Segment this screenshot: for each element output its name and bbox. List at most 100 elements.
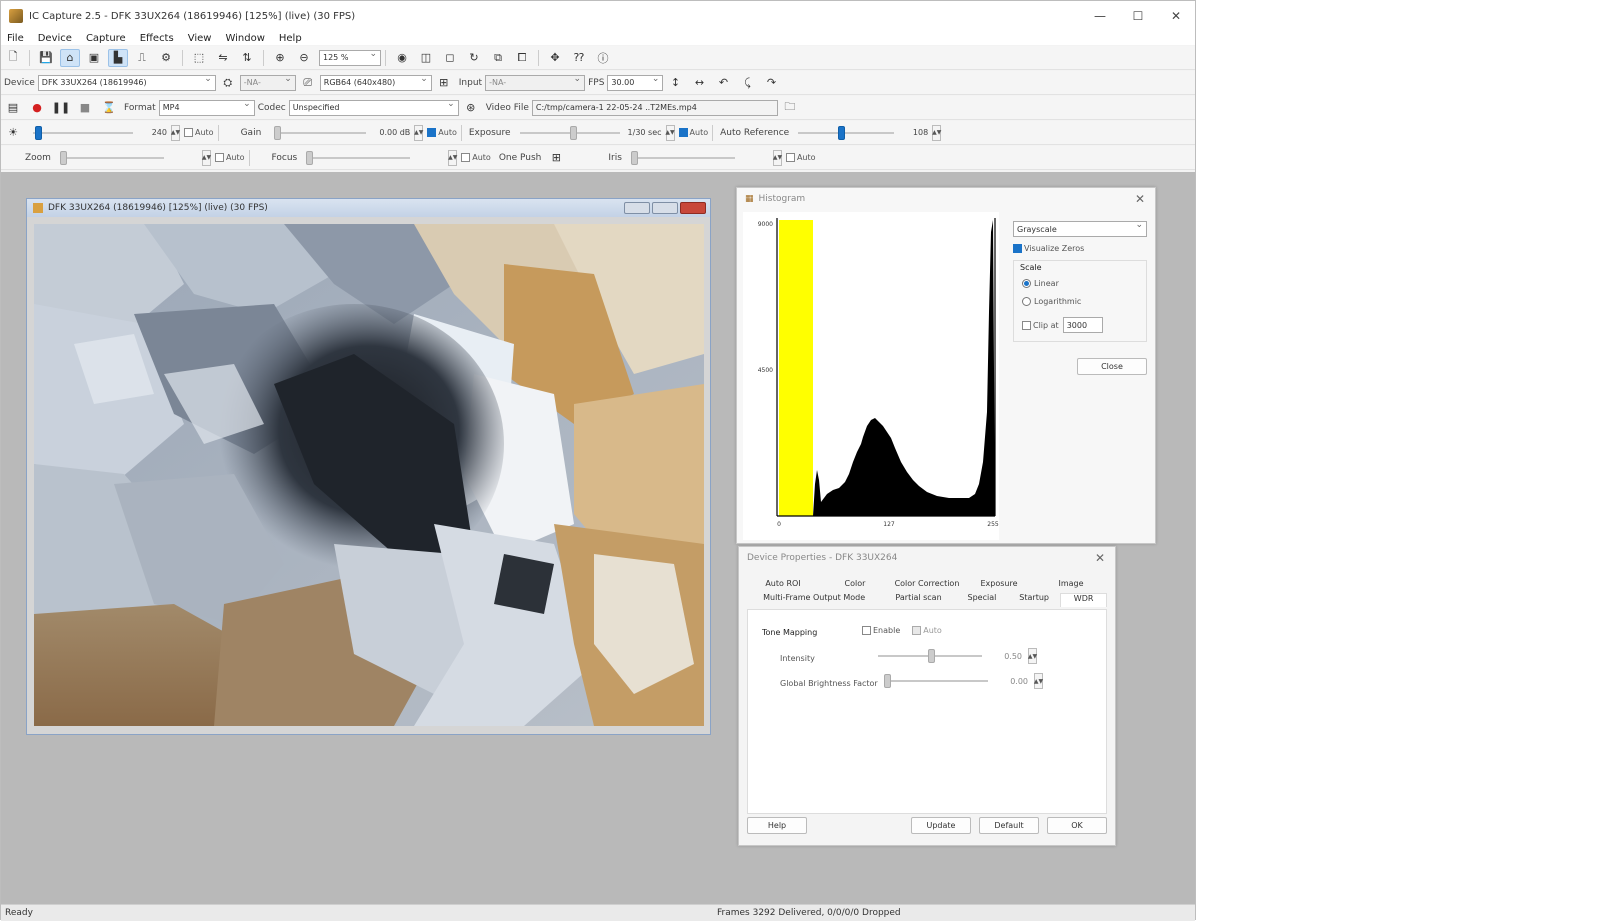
tab-exposure[interactable]: Exposure xyxy=(963,579,1035,593)
move-icon[interactable]: ✥ xyxy=(545,49,565,67)
histogram-toggle-icon[interactable]: ▙ xyxy=(108,48,128,67)
help-button[interactable]: Help xyxy=(747,817,807,834)
tab-wdr[interactable]: WDR xyxy=(1060,593,1107,607)
grid-icon[interactable]: ⊞ xyxy=(434,74,454,92)
rotate-menu-icon[interactable]: ⤹ xyxy=(737,74,757,92)
zoom-in-icon[interactable]: ⊕ xyxy=(270,49,290,67)
snapshot-icon[interactable]: ◉ xyxy=(392,49,412,67)
histogram-close-button[interactable]: Close xyxy=(1077,358,1147,375)
trigger-icon[interactable]: ⎍ xyxy=(132,49,152,67)
exposure-spinner[interactable]: ▲▼ xyxy=(665,124,675,141)
gain-value[interactable]: 0.00 dB xyxy=(366,125,414,141)
new-icon[interactable]: 🗋 xyxy=(3,49,23,67)
copy-icon[interactable]: ⧉ xyxy=(488,49,508,67)
gain-auto-checkbox[interactable] xyxy=(427,128,437,137)
tab-partial-scan[interactable]: Partial scan xyxy=(881,593,956,607)
zoom-slider[interactable] xyxy=(59,150,164,166)
default-button[interactable]: Default xyxy=(979,817,1039,834)
tone-mapping-enable-checkbox[interactable] xyxy=(862,626,871,635)
format-select[interactable]: MP4 xyxy=(158,99,255,116)
live-video-window[interactable]: DFK 33UX264 (18619946) [125%] (live) (30… xyxy=(26,198,711,735)
stop-icon[interactable]: ■ xyxy=(75,99,95,117)
iris-value[interactable] xyxy=(735,150,773,166)
browse-icon[interactable]: 🗀 xyxy=(780,99,800,117)
histogram-close-icon[interactable]: ✕ xyxy=(1135,192,1145,206)
device-properties-icon[interactable]: ⛭ xyxy=(218,74,238,92)
record-icon[interactable]: ● xyxy=(27,99,47,117)
iris-auto-checkbox[interactable] xyxy=(785,153,795,162)
focus-slider[interactable] xyxy=(306,150,411,166)
overlay-icon[interactable]: ◫ xyxy=(416,49,436,67)
tab-special[interactable]: Special xyxy=(956,593,1008,607)
zoom-out-icon[interactable]: ⊖ xyxy=(294,49,314,67)
input-select[interactable]: -NA- xyxy=(485,74,586,91)
brightness-auto-checkbox[interactable] xyxy=(184,128,193,137)
tab-multi-frame-output[interactable]: Multi-Frame Output Mode xyxy=(747,593,881,607)
device-properties-close-icon[interactable]: ✕ xyxy=(1095,551,1105,565)
zoom-auto-checkbox[interactable] xyxy=(214,153,224,162)
tab-color[interactable]: Color xyxy=(819,579,891,593)
linear-radio[interactable] xyxy=(1022,279,1031,288)
info-icon[interactable]: ⓘ xyxy=(593,49,613,67)
open-device-icon[interactable]: ⌂ xyxy=(60,48,80,67)
tone-mapping-auto-checkbox[interactable] xyxy=(912,626,922,635)
global-brightness-slider[interactable] xyxy=(884,673,988,689)
exposure-auto-checkbox[interactable] xyxy=(678,128,688,137)
update-button[interactable]: Update xyxy=(911,817,971,834)
slider-thumb[interactable] xyxy=(928,649,935,663)
tab-startup[interactable]: Startup xyxy=(1008,593,1060,607)
codec-select[interactable]: Unspecified xyxy=(288,99,459,116)
iris-slider[interactable] xyxy=(630,150,735,166)
flip-vertical-icon[interactable]: ↕ xyxy=(665,74,685,92)
menu-device[interactable]: Device xyxy=(38,33,72,44)
histogram-mode-select[interactable]: Grayscale xyxy=(1013,220,1147,237)
autoref-spinner[interactable]: ▲▼ xyxy=(932,124,941,141)
autoref-slider[interactable] xyxy=(798,125,895,141)
menu-window[interactable]: Window xyxy=(225,33,264,44)
video-norm-select[interactable]: -NA- xyxy=(239,74,296,91)
menu-view[interactable]: View xyxy=(188,33,212,44)
rotate-right-icon[interactable]: ↷ xyxy=(761,74,781,92)
visualize-zeros-checkbox[interactable] xyxy=(1013,244,1022,253)
ok-button[interactable]: OK xyxy=(1047,817,1107,834)
flip-horizontal-icon[interactable]: ⇋ xyxy=(213,49,233,67)
paste-icon[interactable]: ⧠ xyxy=(512,49,532,67)
brightness-value[interactable]: 240 xyxy=(133,125,171,141)
exposure-slider[interactable] xyxy=(519,125,620,141)
gain-slider[interactable] xyxy=(274,125,367,141)
video-format-select[interactable]: RGB64 (640x480) xyxy=(319,74,432,91)
menu-capture[interactable]: Capture xyxy=(86,33,126,44)
live-video-image[interactable] xyxy=(34,224,704,726)
fps-select[interactable]: 30.00 xyxy=(607,74,664,91)
video-minimize-button[interactable] xyxy=(624,202,650,214)
clip-value-field[interactable]: 3000 xyxy=(1062,317,1103,333)
tab-image[interactable]: Image xyxy=(1035,579,1107,593)
clip-checkbox[interactable] xyxy=(1022,320,1031,330)
properties-icon[interactable]: ⚙ xyxy=(156,49,176,67)
brightness-spinner[interactable]: ▲▼ xyxy=(171,124,180,141)
intensity-slider[interactable] xyxy=(878,648,982,664)
pause-icon[interactable]: ❚❚ xyxy=(51,99,71,117)
brightness-slider[interactable] xyxy=(33,125,133,141)
video-format-icon[interactable]: ⎚ xyxy=(298,74,318,92)
menu-effects[interactable]: Effects xyxy=(140,33,174,44)
global-brightness-spinner[interactable]: ▲▼ xyxy=(1034,673,1043,689)
zoom-select[interactable]: 125 % xyxy=(319,49,381,66)
zoom-spinner[interactable]: ▲▼ xyxy=(202,149,211,166)
videofile-field[interactable]: C:/tmp/camera-1 22-05-24 ..T2MEs.mp4 xyxy=(531,99,778,116)
rotate-icon[interactable]: ↻ xyxy=(464,49,484,67)
tab-color-correction[interactable]: Color Correction xyxy=(891,579,963,593)
video-window-titlebar[interactable]: DFK 33UX264 (18619946) [125%] (live) (30… xyxy=(27,199,710,217)
device-settings-icon[interactable]: ▣ xyxy=(84,49,104,67)
exposure-value[interactable]: 1/30 sec xyxy=(620,125,666,141)
focus-spinner[interactable]: ▲▼ xyxy=(448,149,457,166)
capture-settings-icon[interactable]: ▤ xyxy=(3,99,23,117)
global-brightness-value[interactable]: 0.00 xyxy=(994,673,1032,689)
histogram-dialog[interactable]: ▦ Histogram ✕ 9000 4500 0 127 255 Graysc… xyxy=(736,187,1156,544)
menu-file[interactable]: File xyxy=(7,33,24,44)
logarithmic-radio[interactable] xyxy=(1022,297,1031,306)
gain-spinner[interactable]: ▲▼ xyxy=(414,124,423,141)
slider-thumb[interactable] xyxy=(35,125,42,140)
tab-auto-roi[interactable]: Auto ROI xyxy=(747,579,819,593)
slider-thumb[interactable] xyxy=(838,125,846,140)
